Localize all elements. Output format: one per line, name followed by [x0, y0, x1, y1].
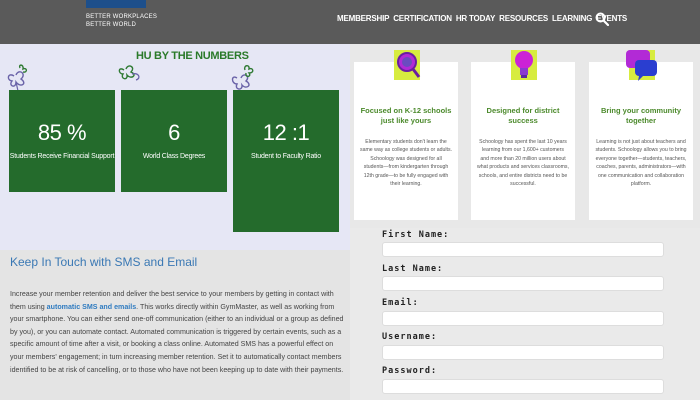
stats-heading: HU BY THE NUMBERS [136, 50, 249, 62]
feature-card: Bring your community together Learning i… [589, 50, 693, 220]
username-label: Username: [382, 332, 438, 342]
main-nav: MEMBERSHIP CERTIFICATION HR TODAY RESOUR… [337, 14, 627, 23]
stat-value: 12 :1 [262, 120, 310, 145]
stat-value: 6 [168, 120, 180, 145]
search-icon[interactable] [595, 12, 609, 26]
sms-body: Increase your member retention and deliv… [10, 288, 344, 376]
password-field[interactable] [382, 379, 664, 394]
feature-title: Bring your community together [600, 106, 681, 125]
nav-hr-today[interactable]: HR TODAY [456, 14, 496, 23]
password-label: Password: [382, 366, 438, 376]
lightbulb-icon [511, 50, 537, 80]
stat-label: World Class Degrees [142, 153, 206, 160]
magnifier-icon [394, 50, 421, 80]
first-name-label: First Name: [382, 230, 450, 240]
sms-link[interactable]: automatic SMS and emails [47, 303, 137, 311]
stat-value: 85 % [37, 120, 87, 145]
chat-bubbles-icon [626, 50, 657, 81]
logo[interactable] [86, 0, 146, 8]
feature-card: Focused on K-12 schools just like yours … [354, 50, 458, 220]
sms-section: Keep In Touch with SMS and Email Increas… [0, 250, 350, 400]
clover-doodle-icon [7, 64, 28, 92]
clover-doodle-icon [231, 65, 254, 90]
stat-label: Students Receive Financial Support [9, 153, 115, 160]
first-name-field[interactable] [382, 242, 664, 257]
sms-body-text: . This works directly within GymMaster, … [10, 302, 344, 374]
features-section: Focused on K-12 schools just like yours … [350, 44, 700, 228]
stat-label: Student to Faculty Ratio [251, 153, 321, 160]
last-name-field[interactable] [382, 276, 664, 291]
feature-desc: Learning is not just about teachers and … [595, 139, 687, 188]
feature-title: Designed for district success [486, 106, 560, 125]
stat-card: 85 % Students Receive Financial Support [9, 90, 115, 192]
site-header: BETTER WORKPLACES BETTER WORLD MEMBERSHI… [0, 0, 700, 44]
username-field[interactable] [382, 345, 664, 360]
stat-card: 12 :1 Student to Faculty Ratio [233, 90, 339, 232]
nav-resources[interactable]: RESOURCES [499, 14, 548, 23]
nav-membership[interactable]: MEMBERSHIP [337, 14, 389, 23]
clover-doodle-icon [118, 65, 140, 81]
stat-card: 6 World Class Degrees [121, 90, 227, 192]
feature-desc: Elementary students don't learn the same… [360, 139, 452, 188]
feature-card: Designed for district success Schoology … [471, 50, 575, 220]
feature-title: Focused on K-12 schools just like yours [360, 106, 452, 125]
logo-tagline-line2: BETTER WORLD [86, 22, 137, 28]
nav-certification[interactable]: CERTIFICATION [393, 14, 452, 23]
signup-form: First Name: Last Name: Email: Username: … [350, 228, 700, 400]
stats-section: HU BY THE NUMBERS 85 % Students Receive … [0, 44, 350, 250]
email-label: Email: [382, 298, 419, 308]
nav-learning[interactable]: LEARNING [552, 14, 592, 23]
email-field[interactable] [382, 311, 664, 326]
sms-title: Keep In Touch with SMS and Email [10, 255, 198, 269]
last-name-label: Last Name: [382, 264, 444, 274]
logo-tagline-line1: BETTER WORKPLACES [86, 14, 158, 20]
feature-desc: Schoology has spent the last 10 years le… [477, 139, 569, 188]
